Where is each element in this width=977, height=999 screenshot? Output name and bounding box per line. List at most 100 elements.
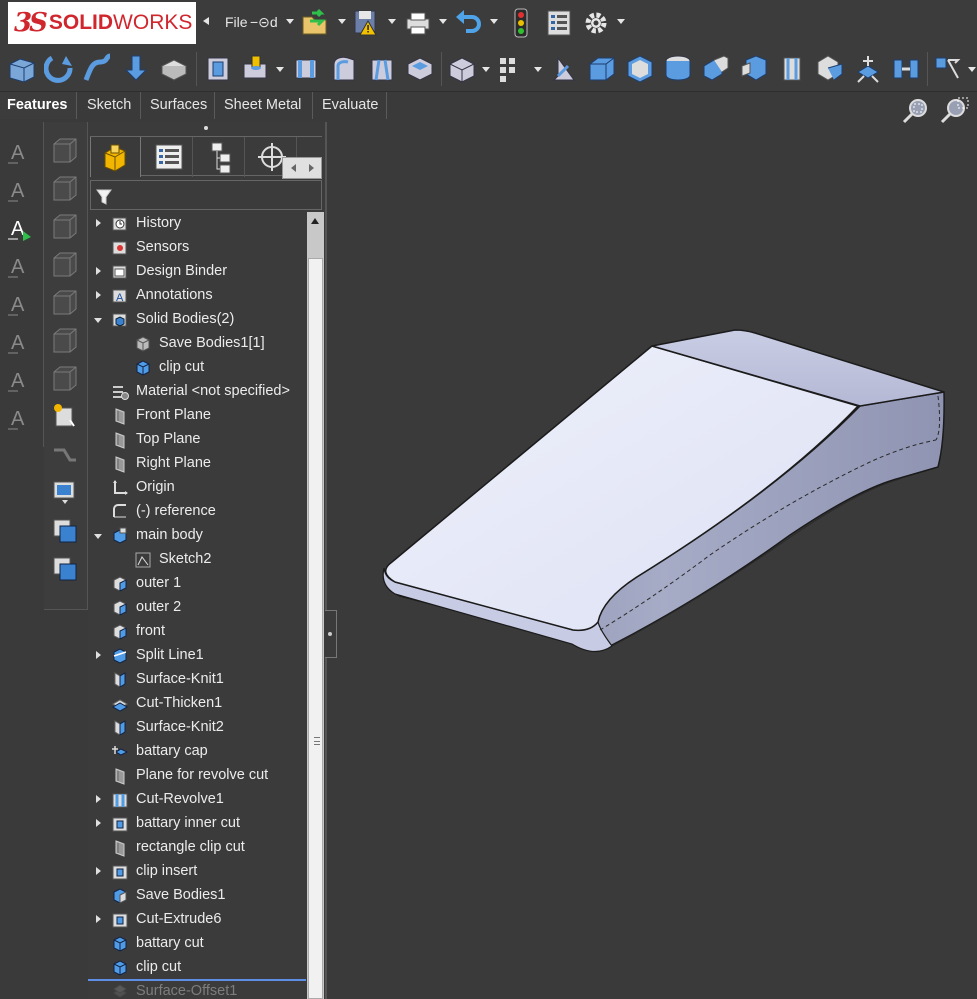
file-properties-icon[interactable] xyxy=(545,7,575,39)
tree-item[interactable]: Surface-Knit1 xyxy=(88,668,306,692)
tree-item[interactable]: Right Plane xyxy=(88,452,306,476)
move-face-icon[interactable] xyxy=(50,554,80,584)
boundary-boss-icon[interactable] xyxy=(158,52,190,84)
tree-item[interactable]: rectangle clip cut xyxy=(88,836,306,860)
tree-item[interactable]: Material <not specified> xyxy=(88,380,306,404)
copy-body-icon[interactable] xyxy=(50,516,80,546)
pattern-dropdown-icon[interactable] xyxy=(534,67,542,72)
zoom-to-area-icon[interactable] xyxy=(940,97,969,124)
wrap-icon[interactable] xyxy=(662,52,694,84)
view-right-icon[interactable] xyxy=(50,250,80,280)
graphics-area[interactable] xyxy=(338,92,977,999)
curves-icon[interactable] xyxy=(776,52,808,84)
insert-component-icon[interactable] xyxy=(50,402,80,432)
print-dropdown-icon[interactable] xyxy=(439,19,447,24)
extruded-cut-icon[interactable] xyxy=(202,52,234,84)
options-dropdown-icon[interactable] xyxy=(617,19,625,24)
scroll-thumb[interactable] xyxy=(308,258,323,999)
rib-icon[interactable] xyxy=(548,52,580,84)
tree-item[interactable]: Sketch2 xyxy=(88,548,306,572)
tree-item[interactable]: clip cut xyxy=(88,956,306,980)
undo-dropdown-icon[interactable] xyxy=(490,19,498,24)
collapse-arrow-icon[interactable] xyxy=(94,534,102,539)
tree-item[interactable]: Save Bodies1 xyxy=(88,884,306,908)
mate-icon[interactable] xyxy=(50,440,80,470)
expand-arrow-icon[interactable] xyxy=(96,915,101,923)
swept-boss-icon[interactable] xyxy=(82,52,114,84)
tree-filter[interactable] xyxy=(90,180,322,210)
revolved-boss-icon[interactable] xyxy=(44,52,76,84)
tree-item[interactable]: Surface-Offset1 xyxy=(88,980,306,999)
tab-features[interactable]: Features xyxy=(0,92,77,119)
draft-icon[interactable] xyxy=(586,52,618,84)
hole-callout-icon[interactable]: A xyxy=(5,403,35,433)
tree-item[interactable]: History xyxy=(88,212,306,236)
lofted-cut-icon[interactable] xyxy=(366,52,398,84)
tab-surfaces[interactable]: Surfaces xyxy=(143,92,215,119)
tree-item[interactable]: Design Binder xyxy=(88,260,306,284)
configurationmanager-tab[interactable] xyxy=(194,137,245,177)
model-view[interactable] xyxy=(338,92,977,999)
fillet-icon[interactable] xyxy=(446,52,478,84)
tree-item[interactable]: Surface-Knit2 xyxy=(88,716,306,740)
file-menu[interactable]: File xyxy=(225,14,248,30)
print-icon[interactable] xyxy=(403,7,433,39)
hole-wizard-dropdown-icon[interactable] xyxy=(276,67,284,72)
boundary-cut-icon[interactable] xyxy=(404,52,436,84)
swept-cut-icon[interactable] xyxy=(328,52,360,84)
save-dropdown-icon[interactable] xyxy=(388,19,396,24)
tree-item[interactable]: Sensors xyxy=(88,236,306,260)
expand-arrow-icon[interactable] xyxy=(96,267,101,275)
linear-pattern-icon[interactable] xyxy=(496,52,528,84)
balloon-icon[interactable]: A xyxy=(5,251,35,281)
tree-item[interactable]: Save Bodies1[1] xyxy=(88,332,306,356)
hole-wizard-icon[interactable] xyxy=(240,52,272,84)
intersect-icon[interactable] xyxy=(700,52,732,84)
tree-item[interactable]: battary inner cut xyxy=(88,812,306,836)
view-top-icon[interactable] xyxy=(50,288,80,318)
solidworks-logo[interactable]: 3S SOLIDWORKS xyxy=(8,2,196,44)
smart-dimension-icon[interactable]: A xyxy=(5,175,35,205)
scroll-left-icon[interactable] xyxy=(291,164,296,172)
reference-geometry-icon[interactable] xyxy=(738,52,770,84)
rebuild-icon[interactable] xyxy=(506,7,536,39)
propertymanager-tab[interactable] xyxy=(142,137,193,177)
combine-icon[interactable] xyxy=(932,52,964,84)
tree-item[interactable]: outer 1 xyxy=(88,572,306,596)
save-icon[interactable] xyxy=(352,7,382,39)
shell-icon[interactable] xyxy=(624,52,656,84)
scroll-right-icon[interactable] xyxy=(309,164,314,172)
panel-splitter[interactable] xyxy=(325,122,327,999)
undo-icon[interactable] xyxy=(454,7,484,39)
expand-arrow-icon[interactable] xyxy=(96,651,101,659)
tab-sheet-metal[interactable]: Sheet Metal xyxy=(217,92,313,119)
extruded-boss-icon[interactable] xyxy=(6,52,38,84)
tree-item[interactable]: A Annotations xyxy=(88,284,306,308)
view-back-icon[interactable] xyxy=(50,174,80,204)
rollback-bar[interactable] xyxy=(88,979,306,981)
tree-item[interactable]: front xyxy=(88,620,306,644)
new-dropdown-icon[interactable] xyxy=(286,19,294,24)
zoom-to-fit-icon[interactable] xyxy=(902,99,927,124)
tab-sketch[interactable]: Sketch xyxy=(80,92,141,119)
tree-item[interactable]: Plane for revolve cut xyxy=(88,764,306,788)
note-icon[interactable]: A xyxy=(5,137,35,167)
tree-item[interactable]: Cut-Extrude6 xyxy=(88,908,306,932)
tree-item[interactable]: (-) reference xyxy=(88,500,306,524)
manager-tab-scroll[interactable] xyxy=(282,157,322,179)
tree-item[interactable]: main body xyxy=(88,524,306,548)
split-icon[interactable] xyxy=(890,52,922,84)
tree-item[interactable]: Top Plane xyxy=(88,428,306,452)
tree-item[interactable]: outer 2 xyxy=(88,596,306,620)
tree-item[interactable]: Origin xyxy=(88,476,306,500)
pin-menu[interactable]: −⊝d xyxy=(250,14,278,31)
tree-item[interactable]: battary cut xyxy=(88,932,306,956)
expand-arrow-icon[interactable] xyxy=(96,795,101,803)
view-left-icon[interactable] xyxy=(50,212,80,242)
surface-finish-icon[interactable]: A xyxy=(5,289,35,319)
tree-item[interactable]: Cut-Thicken1 xyxy=(88,692,306,716)
instant3d-icon[interactable] xyxy=(814,52,846,84)
view-front-icon[interactable] xyxy=(50,136,80,166)
datum-icon[interactable]: A xyxy=(5,365,35,395)
move-copy-body-icon[interactable] xyxy=(852,52,884,84)
